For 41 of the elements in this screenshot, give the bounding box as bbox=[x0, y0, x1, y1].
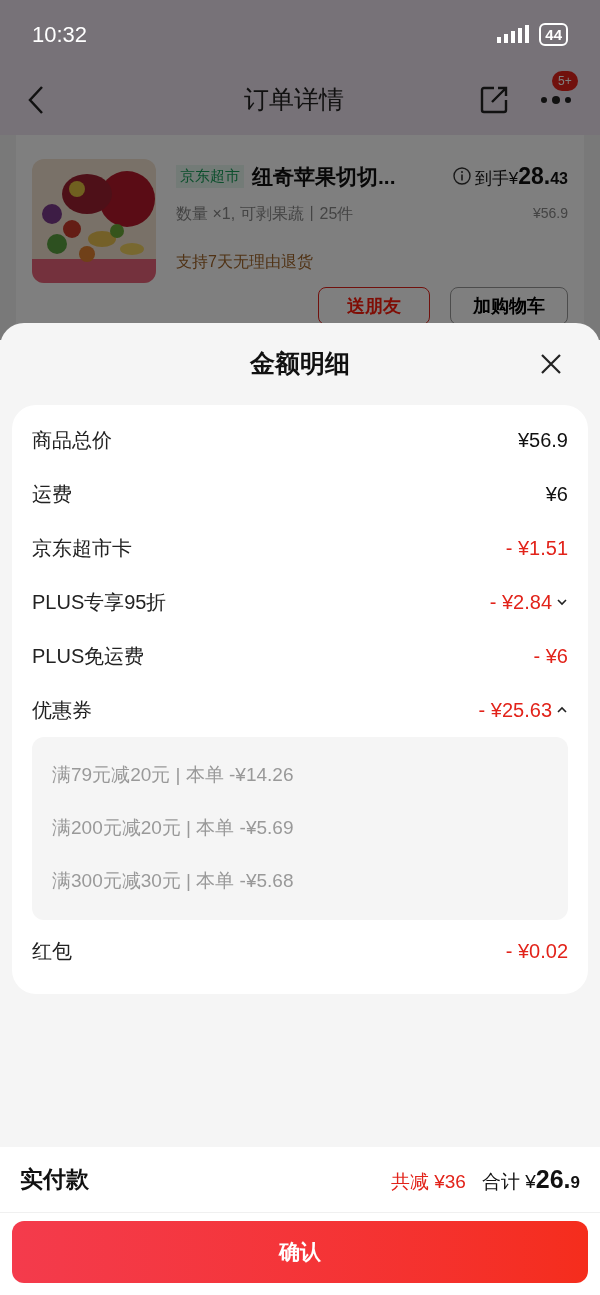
original-price: ¥56.9 bbox=[532, 204, 568, 223]
fee-amount: - ¥25.63 bbox=[478, 698, 552, 723]
product-name[interactable]: 纽奇苹果切切... bbox=[252, 160, 396, 192]
final-price: 到手¥28.43 bbox=[474, 162, 568, 191]
fee-label: 京东超市卡 bbox=[32, 536, 132, 561]
fee-label: 商品总价 bbox=[32, 428, 112, 453]
fee-amount: ¥56.9 bbox=[517, 428, 568, 453]
close-icon[interactable] bbox=[540, 353, 562, 375]
fee-label: PLUS免运费 bbox=[32, 644, 145, 669]
fee-amount: - ¥0.02 bbox=[505, 939, 568, 964]
gift-button[interactable]: 送朋友 bbox=[318, 287, 430, 325]
share-icon[interactable] bbox=[480, 86, 508, 114]
back-icon[interactable] bbox=[28, 85, 44, 115]
fee-amount: - ¥1.51 bbox=[505, 536, 568, 561]
chevron-down-icon[interactable] bbox=[556, 596, 568, 608]
signal-icon bbox=[497, 25, 532, 43]
fee-amount: ¥6 bbox=[545, 482, 568, 507]
payment-label: 实付款 bbox=[20, 1165, 89, 1195]
return-policy: 支持7天无理由退货 bbox=[176, 251, 314, 272]
sheet-title: 金额明细 bbox=[250, 348, 350, 380]
status-time: 10:32 bbox=[32, 20, 88, 49]
coupon-detail: 满79元减20元 | 本单 -¥14.26 bbox=[52, 763, 295, 788]
info-icon[interactable] bbox=[452, 167, 471, 186]
fee-amount: - ¥2.84 bbox=[489, 590, 552, 615]
product-spec[interactable]: 数量 ×1, 可剥果蔬丨25件 bbox=[176, 201, 354, 226]
fee-label: 运费 bbox=[32, 482, 72, 507]
total-discount: 共减 ¥36 bbox=[390, 1169, 466, 1194]
confirm-button[interactable]: 确认 bbox=[12, 1221, 588, 1283]
more-icon[interactable] bbox=[540, 95, 572, 105]
coupon-detail: 满200元减20元 | 本单 -¥5.69 bbox=[52, 816, 295, 841]
fee-amount: - ¥6 bbox=[533, 644, 568, 669]
battery-indicator: 44 bbox=[539, 22, 568, 46]
fee-label: 红包 bbox=[32, 939, 72, 964]
store-tag: 京东超市 bbox=[176, 165, 244, 188]
fee-label: 优惠券 bbox=[32, 698, 92, 723]
fee-label: PLUS专享95折 bbox=[32, 590, 167, 615]
notification-badge: 5+ bbox=[552, 71, 578, 91]
total-price: 合计 ¥26.9 bbox=[481, 1163, 580, 1195]
coupon-detail: 满300元减30元 | 本单 -¥5.68 bbox=[52, 869, 295, 894]
page-title: 订单详情 bbox=[244, 84, 344, 116]
add-to-cart-button[interactable]: 加购物车 bbox=[450, 287, 568, 325]
